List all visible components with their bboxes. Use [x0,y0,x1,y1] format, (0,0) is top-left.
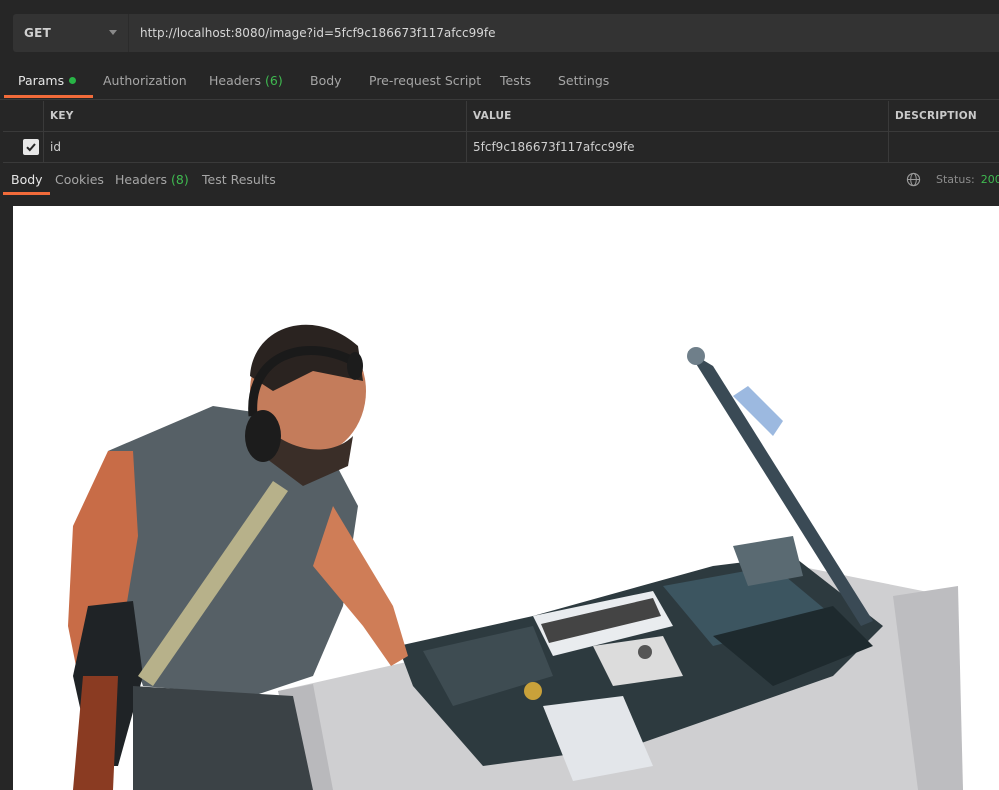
param-key-field[interactable]: id [43,132,466,162]
tab-label: Authorization [103,72,187,88]
response-gutter [0,196,13,790]
postman-window: GET http://localhost:8080/image?id=5fcf9… [0,0,999,790]
checkbox-checked-icon[interactable] [23,139,39,155]
tab-label: Body [11,172,43,187]
response-tabs: Body Cookies Headers (8) Test Results St… [0,164,999,196]
param-value-field[interactable]: 5fcf9c186673f117afcc99fe [466,132,888,162]
params-active-dot [69,76,77,84]
header-checkbox-cell [3,101,43,131]
tab-pre-request-script[interactable]: Pre-request Script [369,62,481,98]
url-input[interactable]: http://localhost:8080/image?id=5fcf9c186… [128,14,999,52]
method-label: GET [24,26,52,40]
tab-label: Tests [500,72,532,88]
status-label: Status: [936,173,975,186]
column-header-value: VALUE [466,101,888,131]
tab-label: Settings [558,72,610,88]
tab-label: Headers [115,172,168,187]
tab-headers[interactable]: Headers (6) [209,62,283,98]
params-header-row: KEY VALUE DESCRIPTION [3,101,999,132]
status-code: 200 [980,173,999,186]
response-image-preview [13,206,999,790]
chevron-down-icon [109,30,117,35]
tab-tests[interactable]: Tests [500,62,531,98]
url-text: http://localhost:8080/image?id=5fcf9c186… [140,26,496,40]
method-select[interactable]: GET [13,14,128,52]
response-tab-body[interactable]: Body [3,164,50,195]
tab-label: Test Results [202,172,276,187]
column-header-description: DESCRIPTION [888,101,999,131]
tab-body[interactable]: Body [310,62,342,98]
column-header-key: KEY [43,101,466,131]
tab-params[interactable]: Params [4,62,94,98]
param-description-field[interactable] [888,132,999,162]
response-image [68,324,963,790]
active-tab-indicator [3,192,50,195]
headers-count: (6) [265,72,283,88]
request-bar: GET http://localhost:8080/image?id=5fcf9… [0,0,999,62]
globe-icon[interactable] [906,172,921,191]
tab-settings[interactable]: Settings [558,62,609,98]
response-tab-test-results[interactable]: Test Results [202,164,276,195]
request-tabs: Params Authorization Headers (6) Body Pr… [0,62,999,100]
tab-label: Headers [209,72,262,88]
response-headers-count: (8) [171,172,189,187]
tab-authorization[interactable]: Authorization [103,62,187,98]
response-status: Status: 200 [936,164,999,195]
row-checkbox-cell [3,132,43,162]
response-tab-cookies[interactable]: Cookies [55,164,104,195]
response-tab-headers[interactable]: Headers (8) [115,164,189,195]
tab-label: Pre-request Script [369,72,482,88]
tab-label: Body [310,72,342,88]
active-tab-indicator [4,95,94,98]
table-row: id 5fcf9c186673f117afcc99fe [3,132,999,163]
tab-label: Cookies [55,172,104,187]
tab-label: Params [18,72,65,88]
params-table: KEY VALUE DESCRIPTION id 5fcf9c186673f11… [3,101,999,163]
